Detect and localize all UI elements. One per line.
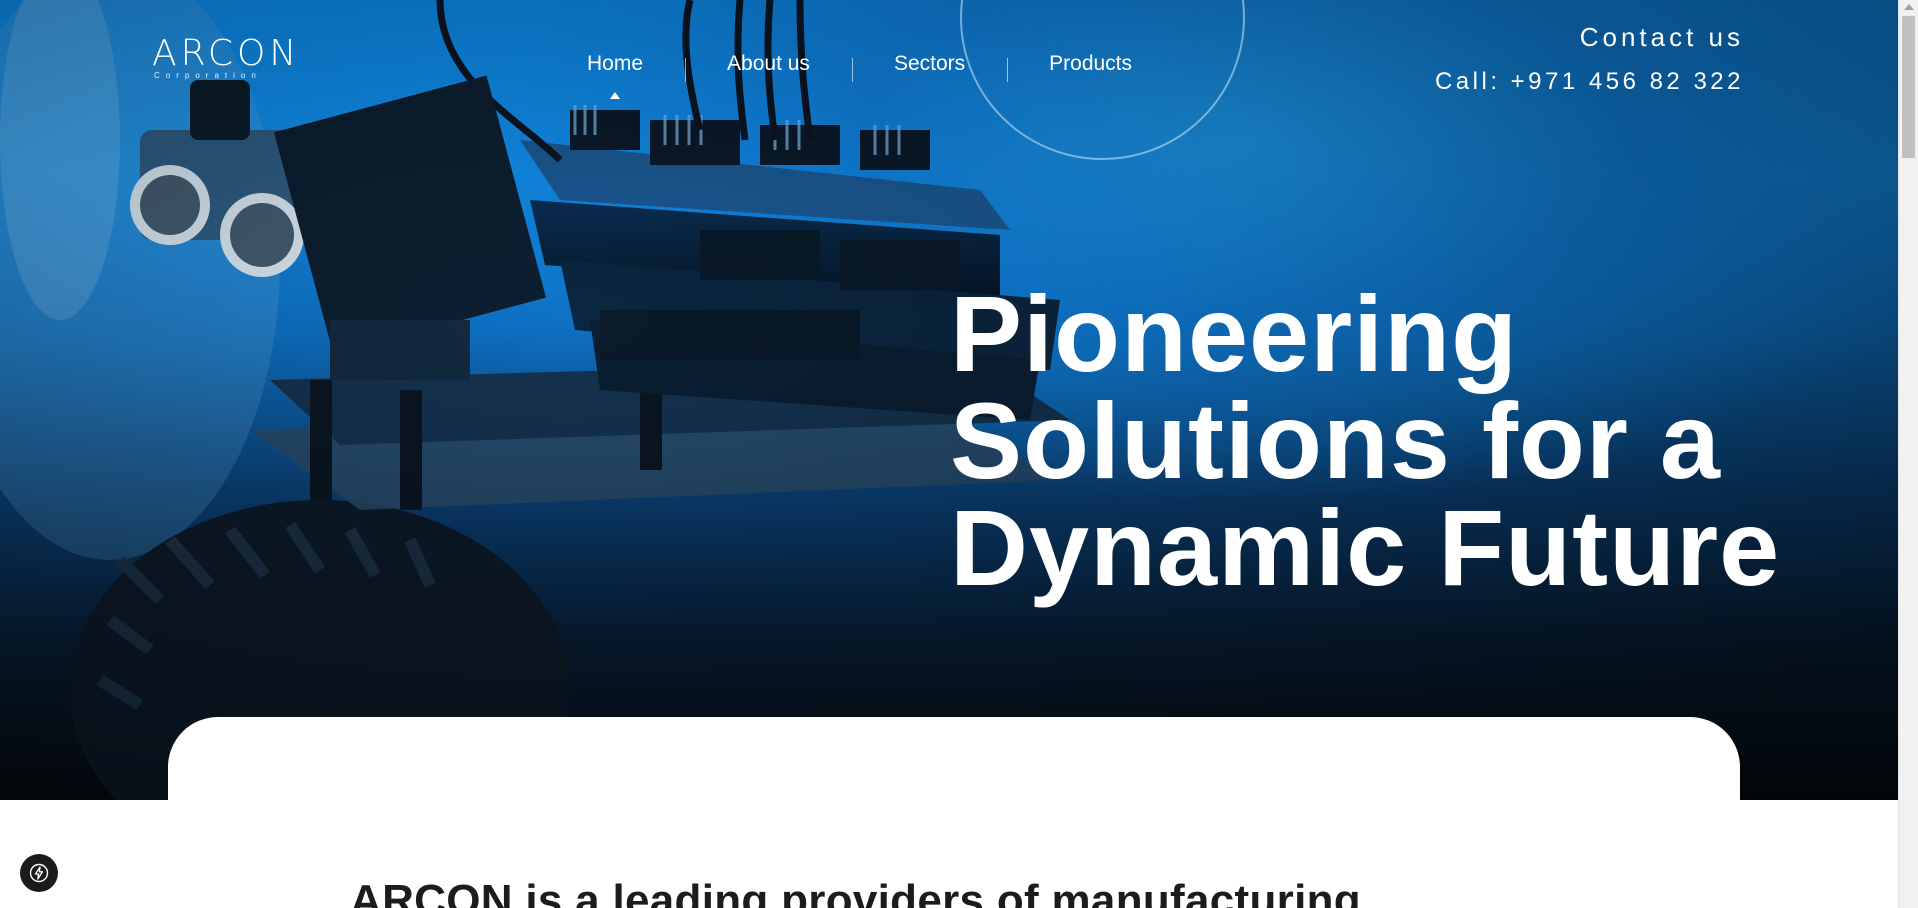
hero-title-line-2: Solutions for a [950, 380, 1721, 501]
nav-products-label: Products [1049, 52, 1133, 75]
scroll-up-arrow-icon[interactable] [1904, 4, 1914, 10]
nav-home[interactable]: Home [545, 52, 685, 99]
hero-section: ARCON Corporation Home About us Sectors … [0, 0, 1898, 800]
hero-title-line-3: Dynamic Future [950, 487, 1781, 608]
vertical-scrollbar[interactable] [1898, 0, 1918, 908]
brand-logo[interactable]: ARCON Corporation [152, 36, 296, 82]
intro-heading: ARCON is a leading providers of manufact… [350, 876, 1361, 908]
logo-wordmark: ARCON [152, 33, 301, 74]
call-phone-link[interactable]: Call: +971 456 82 322 [1435, 67, 1744, 97]
nav-about-us-label: About us [727, 52, 810, 75]
logo-subtext: Corporation [154, 71, 262, 80]
active-caret-icon [610, 92, 621, 99]
scrollbar-thumb[interactable] [1902, 16, 1915, 158]
main-navigation: Home About us Sectors Products [545, 44, 1174, 99]
hero-title-line-1: Pioneering [950, 273, 1519, 394]
header-contact: Contact us Call: +971 456 82 322 [1435, 22, 1744, 97]
nav-sectors-label: Sectors [893, 52, 966, 75]
lightning-bolt-icon [29, 863, 49, 883]
bolt-widget-button[interactable] [20, 854, 58, 892]
nav-sectors[interactable]: Sectors [851, 52, 1007, 82]
hero-title: Pioneering Solutions for a Dynamic Futur… [950, 280, 1850, 602]
nav-home-label: Home [587, 52, 644, 75]
contact-us-link[interactable]: Contact us [1435, 22, 1744, 52]
page: ARCON Corporation Home About us Sectors … [0, 0, 1918, 908]
nav-about-us[interactable]: About us [685, 52, 852, 82]
nav-products[interactable]: Products [1007, 52, 1174, 82]
